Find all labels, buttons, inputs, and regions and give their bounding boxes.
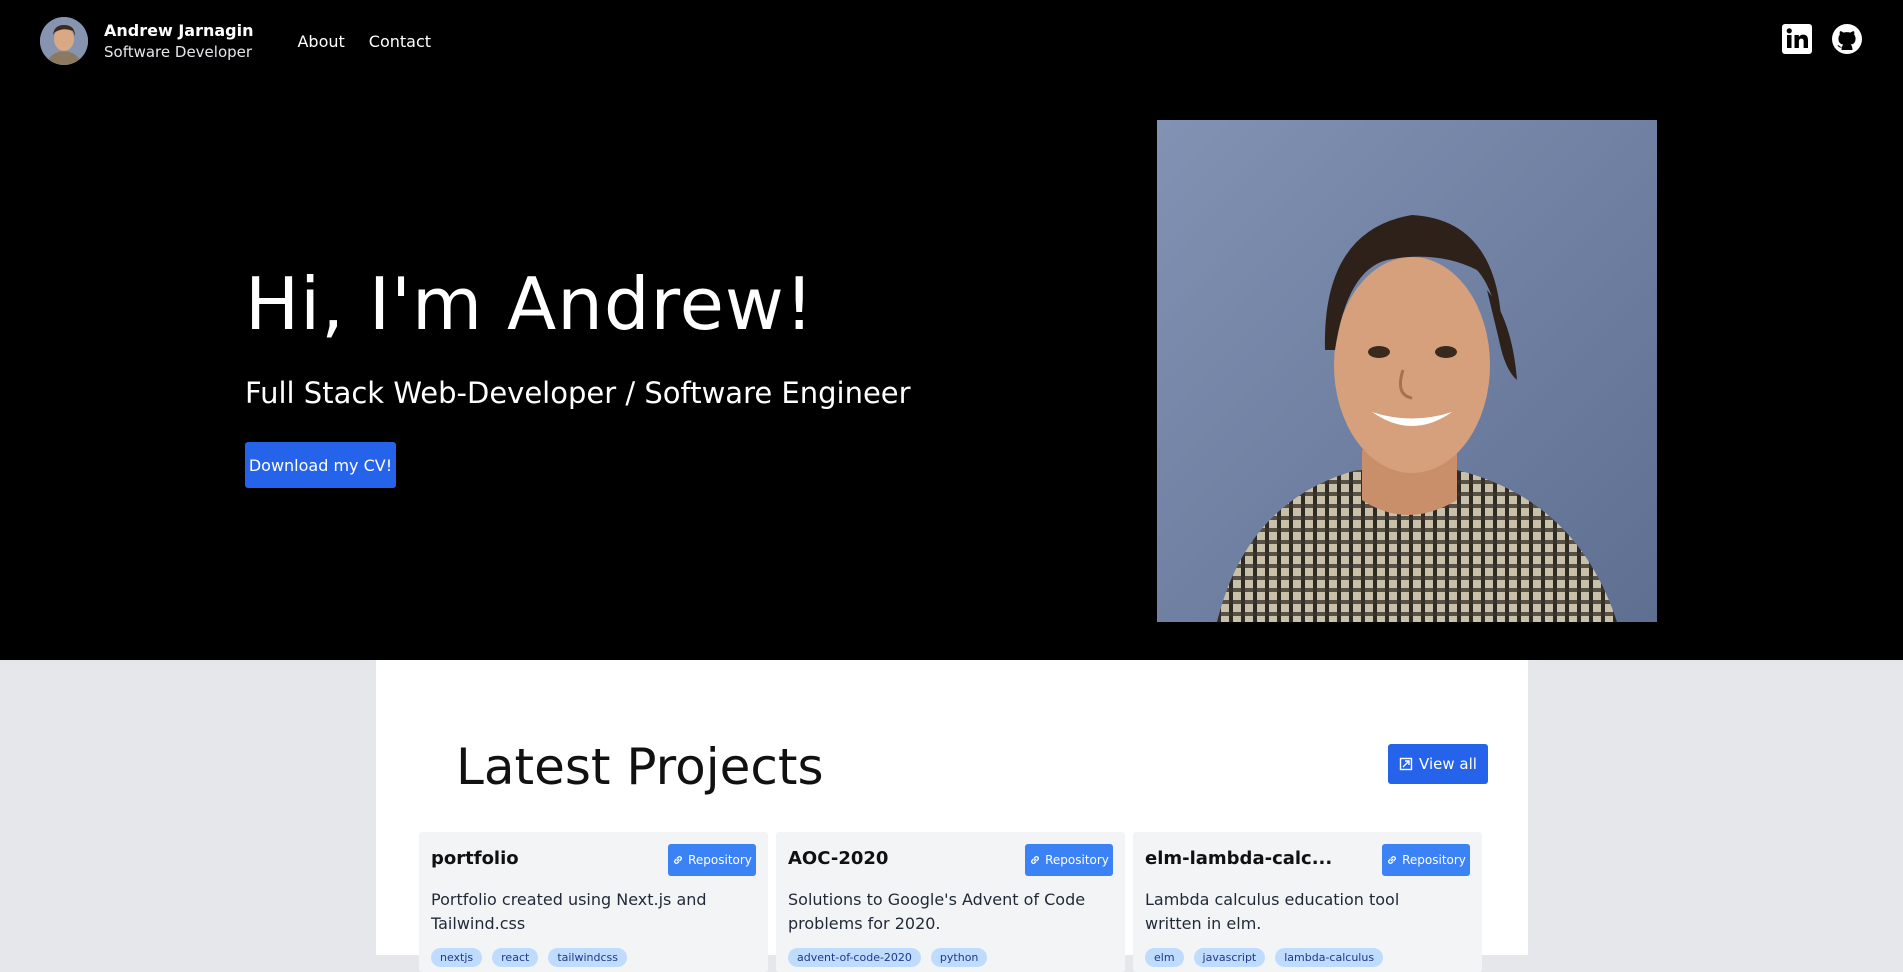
tag[interactable]: tailwindcss (548, 948, 627, 967)
download-cv-button[interactable]: Download my CV! (245, 442, 396, 488)
repository-button[interactable]: Repository (1382, 844, 1470, 876)
tag[interactable]: advent-of-code-2020 (788, 948, 921, 967)
linkedin-icon[interactable] (1781, 22, 1813, 56)
view-all-label: View all (1419, 755, 1477, 773)
repository-label: Repository (1402, 853, 1466, 867)
repository-label: Repository (688, 853, 752, 867)
profile-photo (1157, 120, 1657, 622)
open-icon (1399, 757, 1413, 771)
brand-role: Software Developer (104, 42, 253, 61)
tag[interactable]: react (492, 948, 539, 967)
tag[interactable]: nextjs (431, 948, 483, 967)
tag-list: elm javascript lambda-calculus (1145, 948, 1384, 967)
link-icon (674, 856, 683, 864)
project-card: elm-lambda-calc... Repository Lambda cal… (1133, 832, 1482, 972)
section-title: Latest Projects (456, 738, 824, 796)
repository-button[interactable]: Repository (668, 844, 756, 876)
repository-label: Repository (1045, 853, 1109, 867)
projects-section: Latest Projects View all portfolio Repos… (376, 660, 1528, 972)
nav-about-link[interactable]: About (297, 32, 344, 51)
link-icon (1388, 856, 1397, 864)
tag-list: advent-of-code-2020 python (788, 948, 988, 967)
social-links (1781, 22, 1863, 56)
hero-title: Hi, I'm Andrew! (245, 262, 815, 346)
project-title: elm-lambda-calc... (1145, 848, 1333, 869)
tag[interactable]: javascript (1193, 948, 1266, 967)
nav-links: About Contact (297, 32, 431, 51)
project-title: AOC-2020 (788, 848, 889, 869)
brand-name: Andrew Jarnagin (104, 21, 254, 41)
link-icon (1031, 856, 1040, 864)
nav-contact-link[interactable]: Contact (369, 32, 431, 51)
avatar (40, 17, 88, 65)
project-card: portfolio Repository Portfolio created u… (419, 832, 768, 972)
view-all-button[interactable]: View all (1388, 744, 1488, 784)
brand[interactable]: Andrew Jarnagin Software Developer (40, 17, 253, 65)
hero-section: Hi, I'm Andrew! Full Stack Web-Developer… (0, 82, 1903, 660)
project-card: AOC-2020 Repository Solutions to Google'… (776, 832, 1125, 972)
project-description: Solutions to Google's Advent of Code pro… (788, 890, 1086, 933)
project-description: Portfolio created using Next.js and Tail… (431, 890, 707, 933)
tag-list: nextjs react tailwindcss (431, 948, 627, 967)
project-title: portfolio (431, 848, 519, 869)
hero-subtitle: Full Stack Web-Developer / Software Engi… (245, 376, 911, 410)
repository-button[interactable]: Repository (1025, 844, 1113, 876)
tag[interactable]: elm (1145, 948, 1184, 967)
project-description: Lambda calculus education tool written i… (1145, 890, 1400, 933)
tag[interactable]: lambda-calculus (1275, 948, 1384, 967)
tag[interactable]: python (930, 948, 988, 967)
github-icon[interactable] (1831, 22, 1863, 56)
project-cards: portfolio Repository Portfolio created u… (419, 832, 1482, 972)
top-navbar: Andrew Jarnagin Software Developer About… (0, 0, 1903, 82)
